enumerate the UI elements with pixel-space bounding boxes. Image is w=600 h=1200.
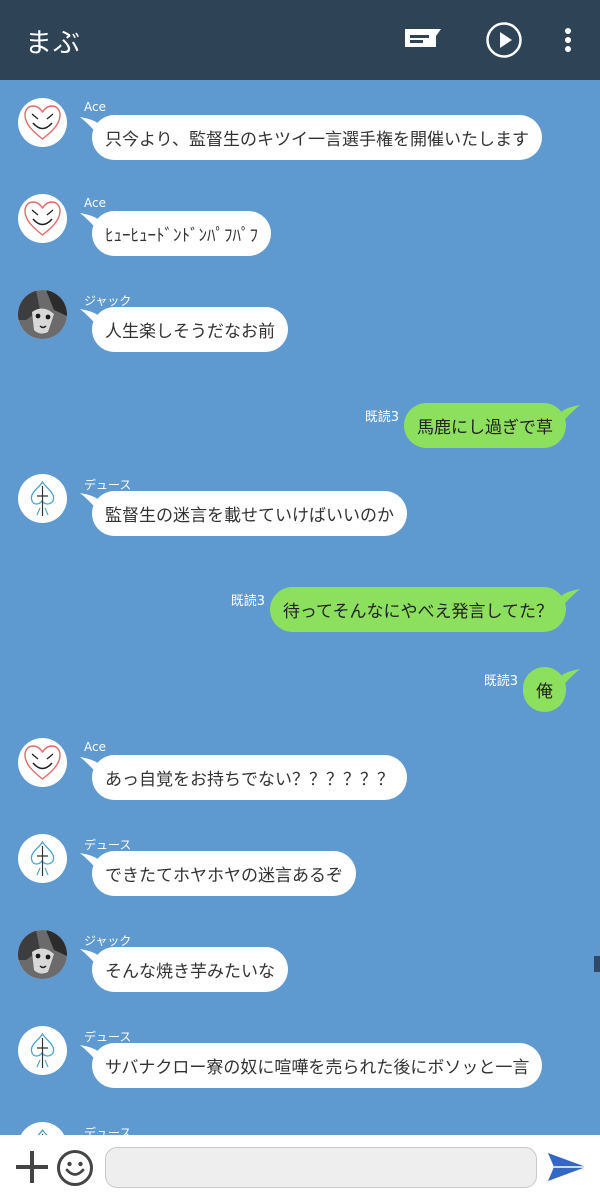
more-vert-icon[interactable] [558, 20, 578, 60]
avatar[interactable] [18, 98, 67, 147]
input-bar [0, 1135, 600, 1200]
message-bubble[interactable]: そんな焼き芋みたいな [92, 947, 288, 992]
send-icon[interactable] [546, 1149, 588, 1185]
read-receipt: 既読3 [230, 594, 265, 609]
sender-name: Ace [84, 196, 106, 210]
message-icon[interactable] [402, 20, 444, 60]
chat-title: まぶ [25, 27, 81, 59]
message-bubble[interactable]: できたてホヤホヤの迷言あるぞ [92, 851, 356, 896]
bubble-tail [562, 669, 580, 693]
plus-icon[interactable] [14, 1149, 50, 1185]
message-bubble[interactable]: 監督生の迷言を載せていけばいいのか [92, 491, 407, 536]
message-bubble[interactable]: 只今より、監督生のキツイ一言選手権を開催いたします [92, 115, 542, 160]
message-bubble[interactable]: 待ってそんなにやべえ発言してた？ [269, 587, 566, 632]
message-bubble[interactable]: 俺 [523, 667, 566, 712]
play-icon[interactable] [484, 20, 524, 60]
message-bubble[interactable]: 人生楽しそうだなお前 [92, 307, 288, 352]
avatar[interactable] [18, 194, 67, 243]
avatar[interactable] [18, 834, 67, 883]
sender-name: Ace [84, 740, 106, 754]
header-bar: まぶ [0, 0, 600, 80]
message-bubble[interactable]: あっ自覚をお持ちでない？？？？？？ [92, 755, 407, 800]
smile-icon[interactable] [56, 1149, 94, 1187]
message-bubble[interactable]: 馬鹿にし過ぎで草 [404, 403, 566, 448]
avatar[interactable] [18, 474, 67, 523]
avatar[interactable] [18, 930, 67, 979]
message-bubble[interactable]: ﾋｭｰﾋｭｰﾄﾞﾝﾄﾞﾝﾊﾟﾌﾊﾟﾌ [92, 211, 271, 256]
read-receipt: 既読3 [483, 674, 518, 689]
bubble-tail [562, 589, 580, 613]
avatar[interactable] [18, 290, 67, 339]
avatar[interactable] [18, 1122, 67, 1135]
sender-name: デュース [84, 1126, 132, 1135]
chat-area[interactable]: Ace 只今より、監督生のキツイ一言選手権を開催いたします Ace ﾋｭｰﾋｭｰﾄﾞﾝ… [0, 80, 600, 1135]
scrollbar-thumb[interactable] [594, 956, 600, 972]
message-bubble[interactable]: サバナクロー寮の奴に喧嘩を売られた後にボソッと一言 [92, 1043, 543, 1088]
bubble-tail [562, 405, 580, 429]
avatar[interactable] [18, 1026, 67, 1075]
avatar[interactable] [18, 738, 67, 787]
message-input[interactable] [105, 1147, 537, 1188]
sender-name: Ace [84, 100, 106, 114]
read-receipt: 既読3 [364, 410, 399, 425]
